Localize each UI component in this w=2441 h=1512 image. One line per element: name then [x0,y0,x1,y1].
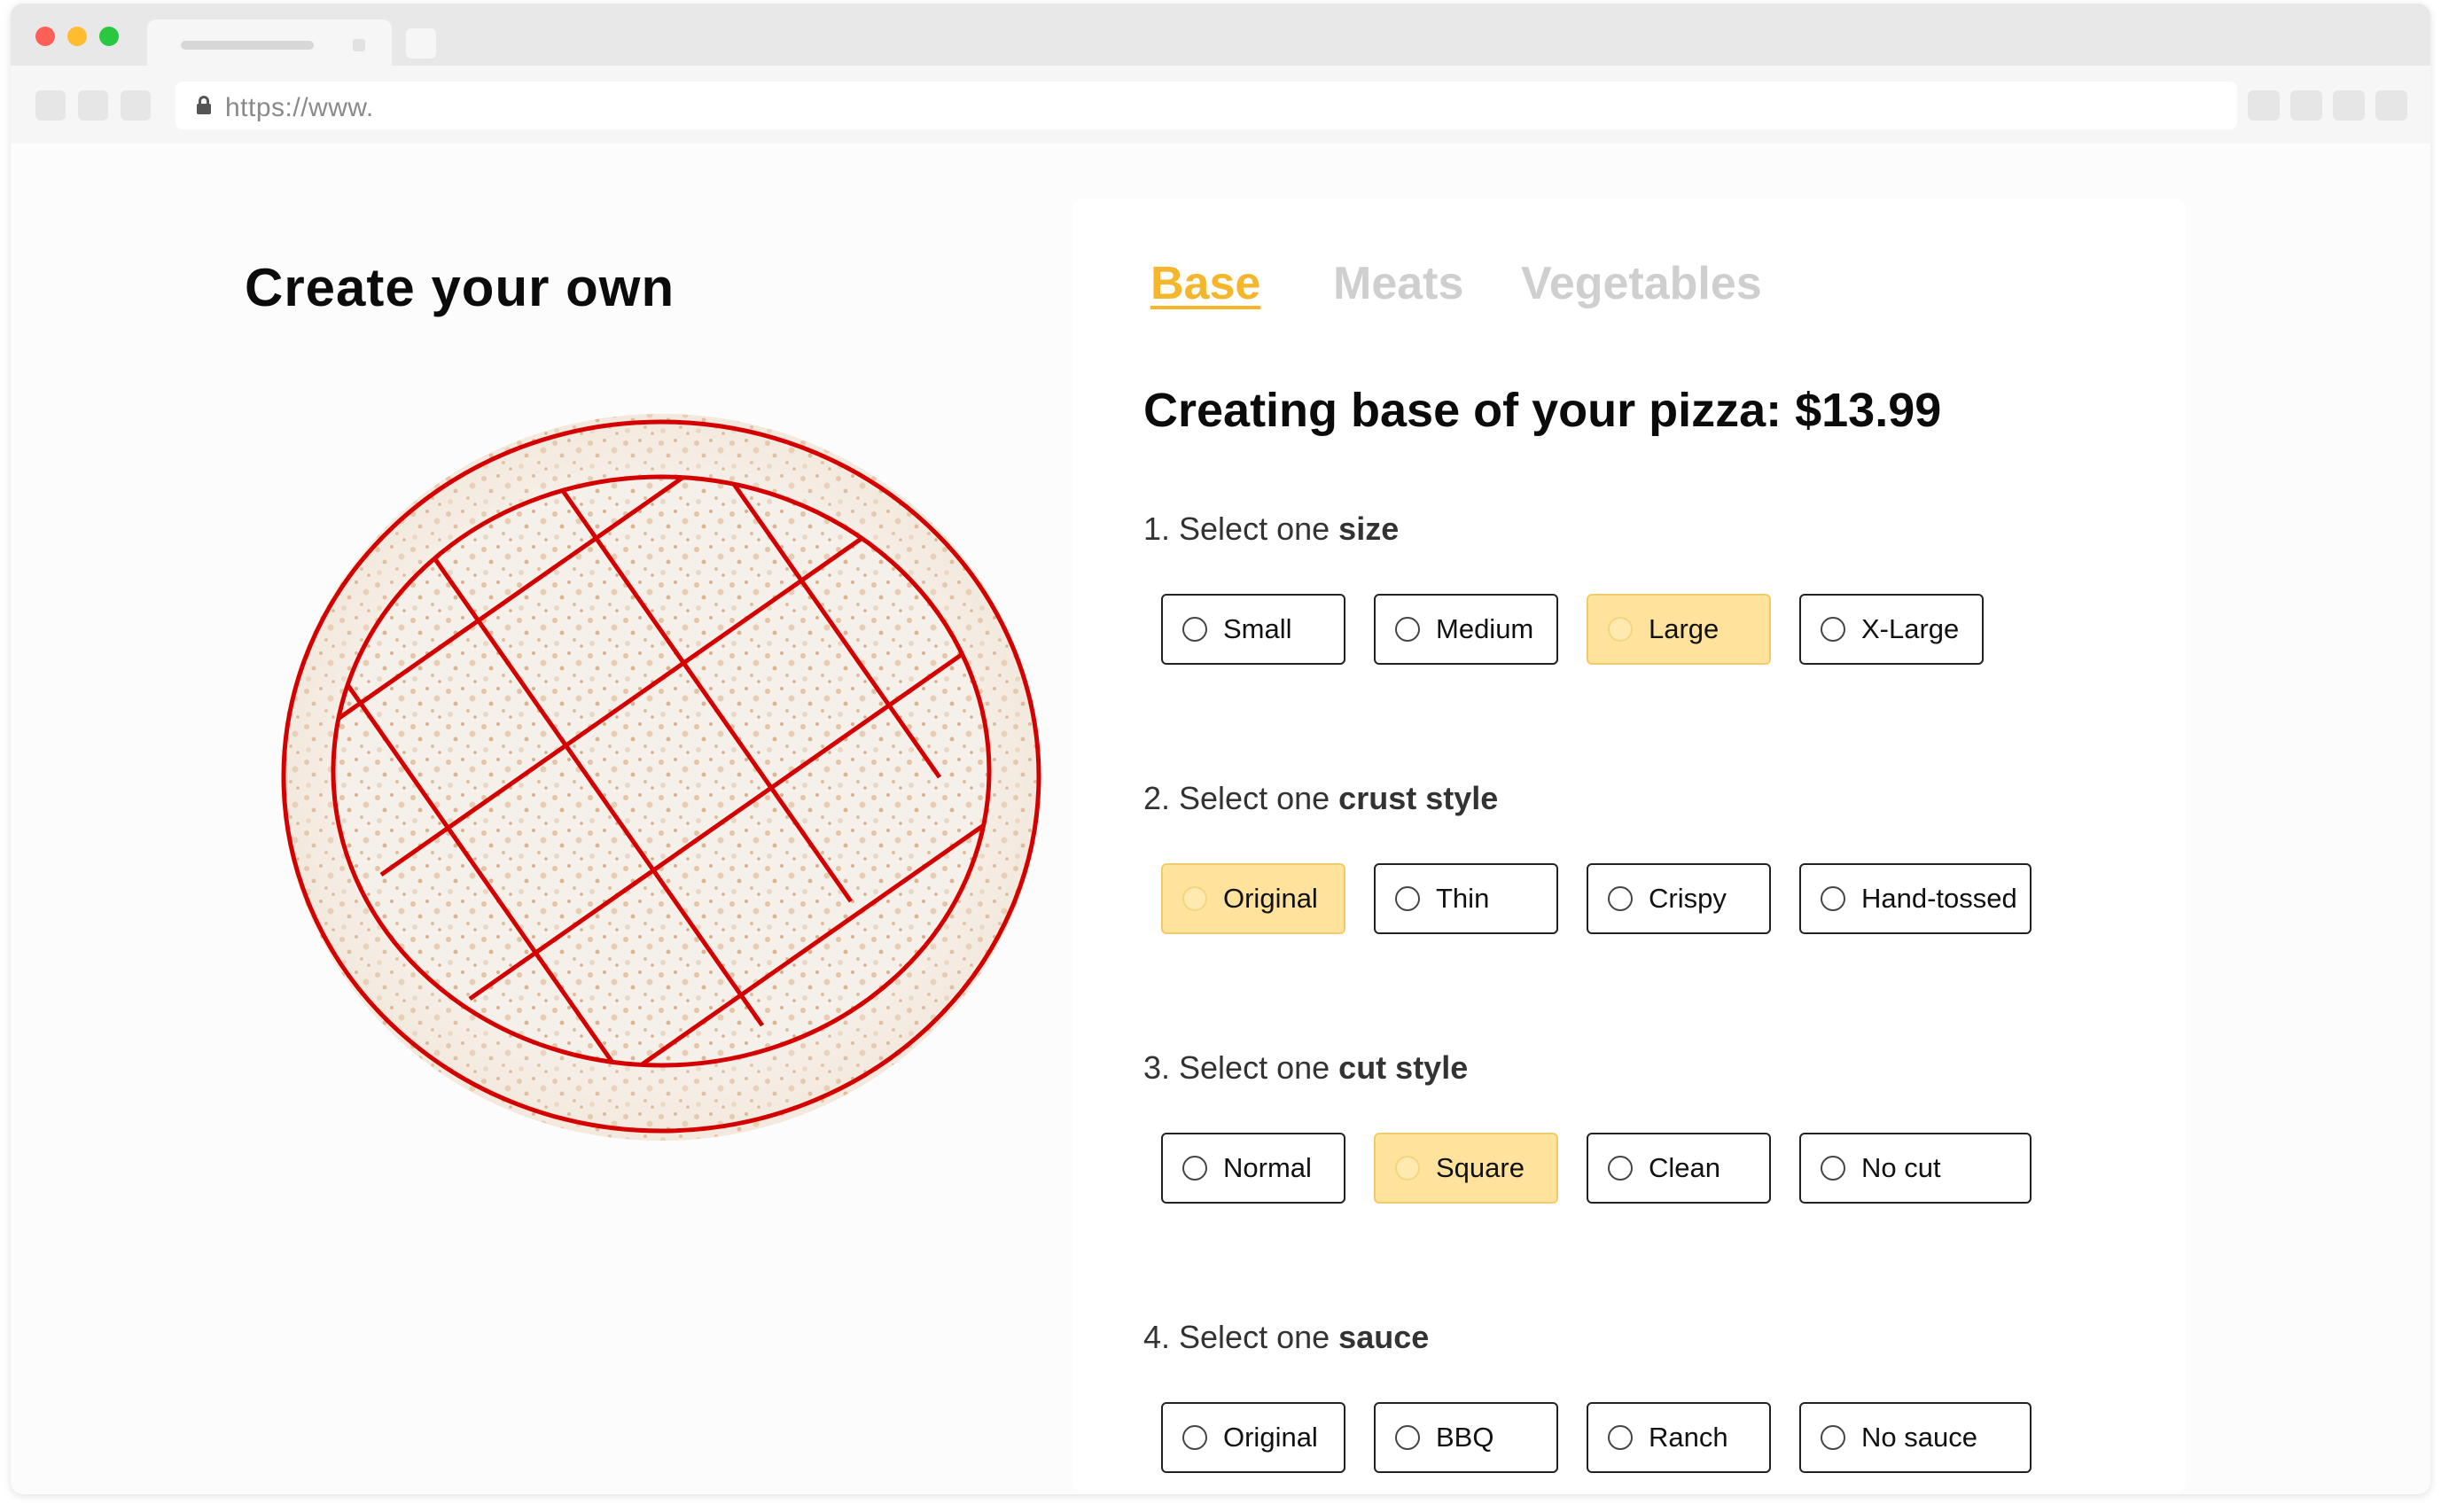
page-title: Create your own [245,258,675,317]
radio-icon [1608,886,1633,911]
radio-icon [1395,886,1420,911]
sauce-option-original[interactable]: Original [1161,1402,1345,1473]
question-cut-style: 3. Select one cut style [1143,1049,1469,1086]
tab-base[interactable]: Base [1150,257,1260,310]
radio-icon [1608,617,1633,642]
crust-option-thin[interactable]: Thin [1374,863,1558,934]
radio-icon [1182,617,1207,642]
tab-close-icon[interactable] [353,39,365,51]
question-sauce: 4. Select one sauce [1143,1319,1430,1355]
extension-button-1[interactable] [2248,90,2280,121]
new-tab-button[interactable] [406,28,436,58]
title-bar [11,4,2430,66]
cut-option-no-cut[interactable]: No cut [1799,1133,2032,1204]
radio-icon [1182,1425,1207,1450]
radio-icon [1395,1156,1420,1181]
sauce-option-no-sauce[interactable]: No sauce [1799,1402,2032,1473]
maximize-window-button[interactable] [99,27,119,46]
radio-icon [1821,1425,1845,1450]
size-option-small[interactable]: Small [1161,594,1345,665]
lock-icon [197,96,211,115]
cut-option-clean[interactable]: Clean [1587,1133,1771,1204]
builder-panel: Base Meats Vegetables Creating base of y… [1072,199,2186,1493]
radio-icon [1608,1156,1633,1181]
radio-icon [1182,1156,1207,1181]
pizza-preview-image [281,414,1041,1141]
menu-button[interactable] [2375,90,2407,121]
tab-meats[interactable]: Meats [1333,257,1463,310]
radio-icon [1395,617,1420,642]
size-option-xlarge[interactable]: X-Large [1799,594,1984,665]
radio-icon [1608,1425,1633,1450]
radio-icon [1821,1156,1845,1181]
tab-vegetables[interactable]: Vegetables [1521,257,1762,310]
url-text: https://www. [225,93,374,122]
browser-toolbar: https://www. [11,66,2430,144]
radio-icon [1821,617,1845,642]
sauce-option-bbq[interactable]: BBQ [1374,1402,1558,1473]
sauce-option-ranch[interactable]: Ranch [1587,1402,1771,1473]
question-size: 1. Select one size [1143,510,1400,547]
base-heading: Creating base of your pizza: $13.99 [1143,384,1942,437]
minimize-window-button[interactable] [67,27,87,46]
radio-icon [1821,886,1845,911]
close-window-button[interactable] [35,27,55,46]
size-option-medium[interactable]: Medium [1374,594,1558,665]
cut-option-normal[interactable]: Normal [1161,1133,1345,1204]
crust-option-hand-tossed[interactable]: Hand-tossed [1799,863,2032,934]
back-button[interactable] [35,90,66,121]
reload-button[interactable] [121,90,151,121]
extension-button-2[interactable] [2290,90,2322,121]
radio-icon [1395,1425,1420,1450]
address-bar[interactable]: https://www. [175,82,2237,129]
crust-option-crispy[interactable]: Crispy [1587,863,1771,934]
radio-icon [1182,886,1207,911]
forward-button[interactable] [78,90,108,121]
crust-option-original[interactable]: Original [1161,863,1345,934]
browser-tab[interactable] [147,19,392,66]
pizza-cheese [333,477,989,1065]
cut-option-square[interactable]: Square [1374,1133,1558,1204]
extension-button-3[interactable] [2333,90,2365,121]
tab-title-placeholder [181,41,314,50]
question-crust-style: 2. Select one crust style [1143,780,1499,816]
size-option-large[interactable]: Large [1587,594,1771,665]
